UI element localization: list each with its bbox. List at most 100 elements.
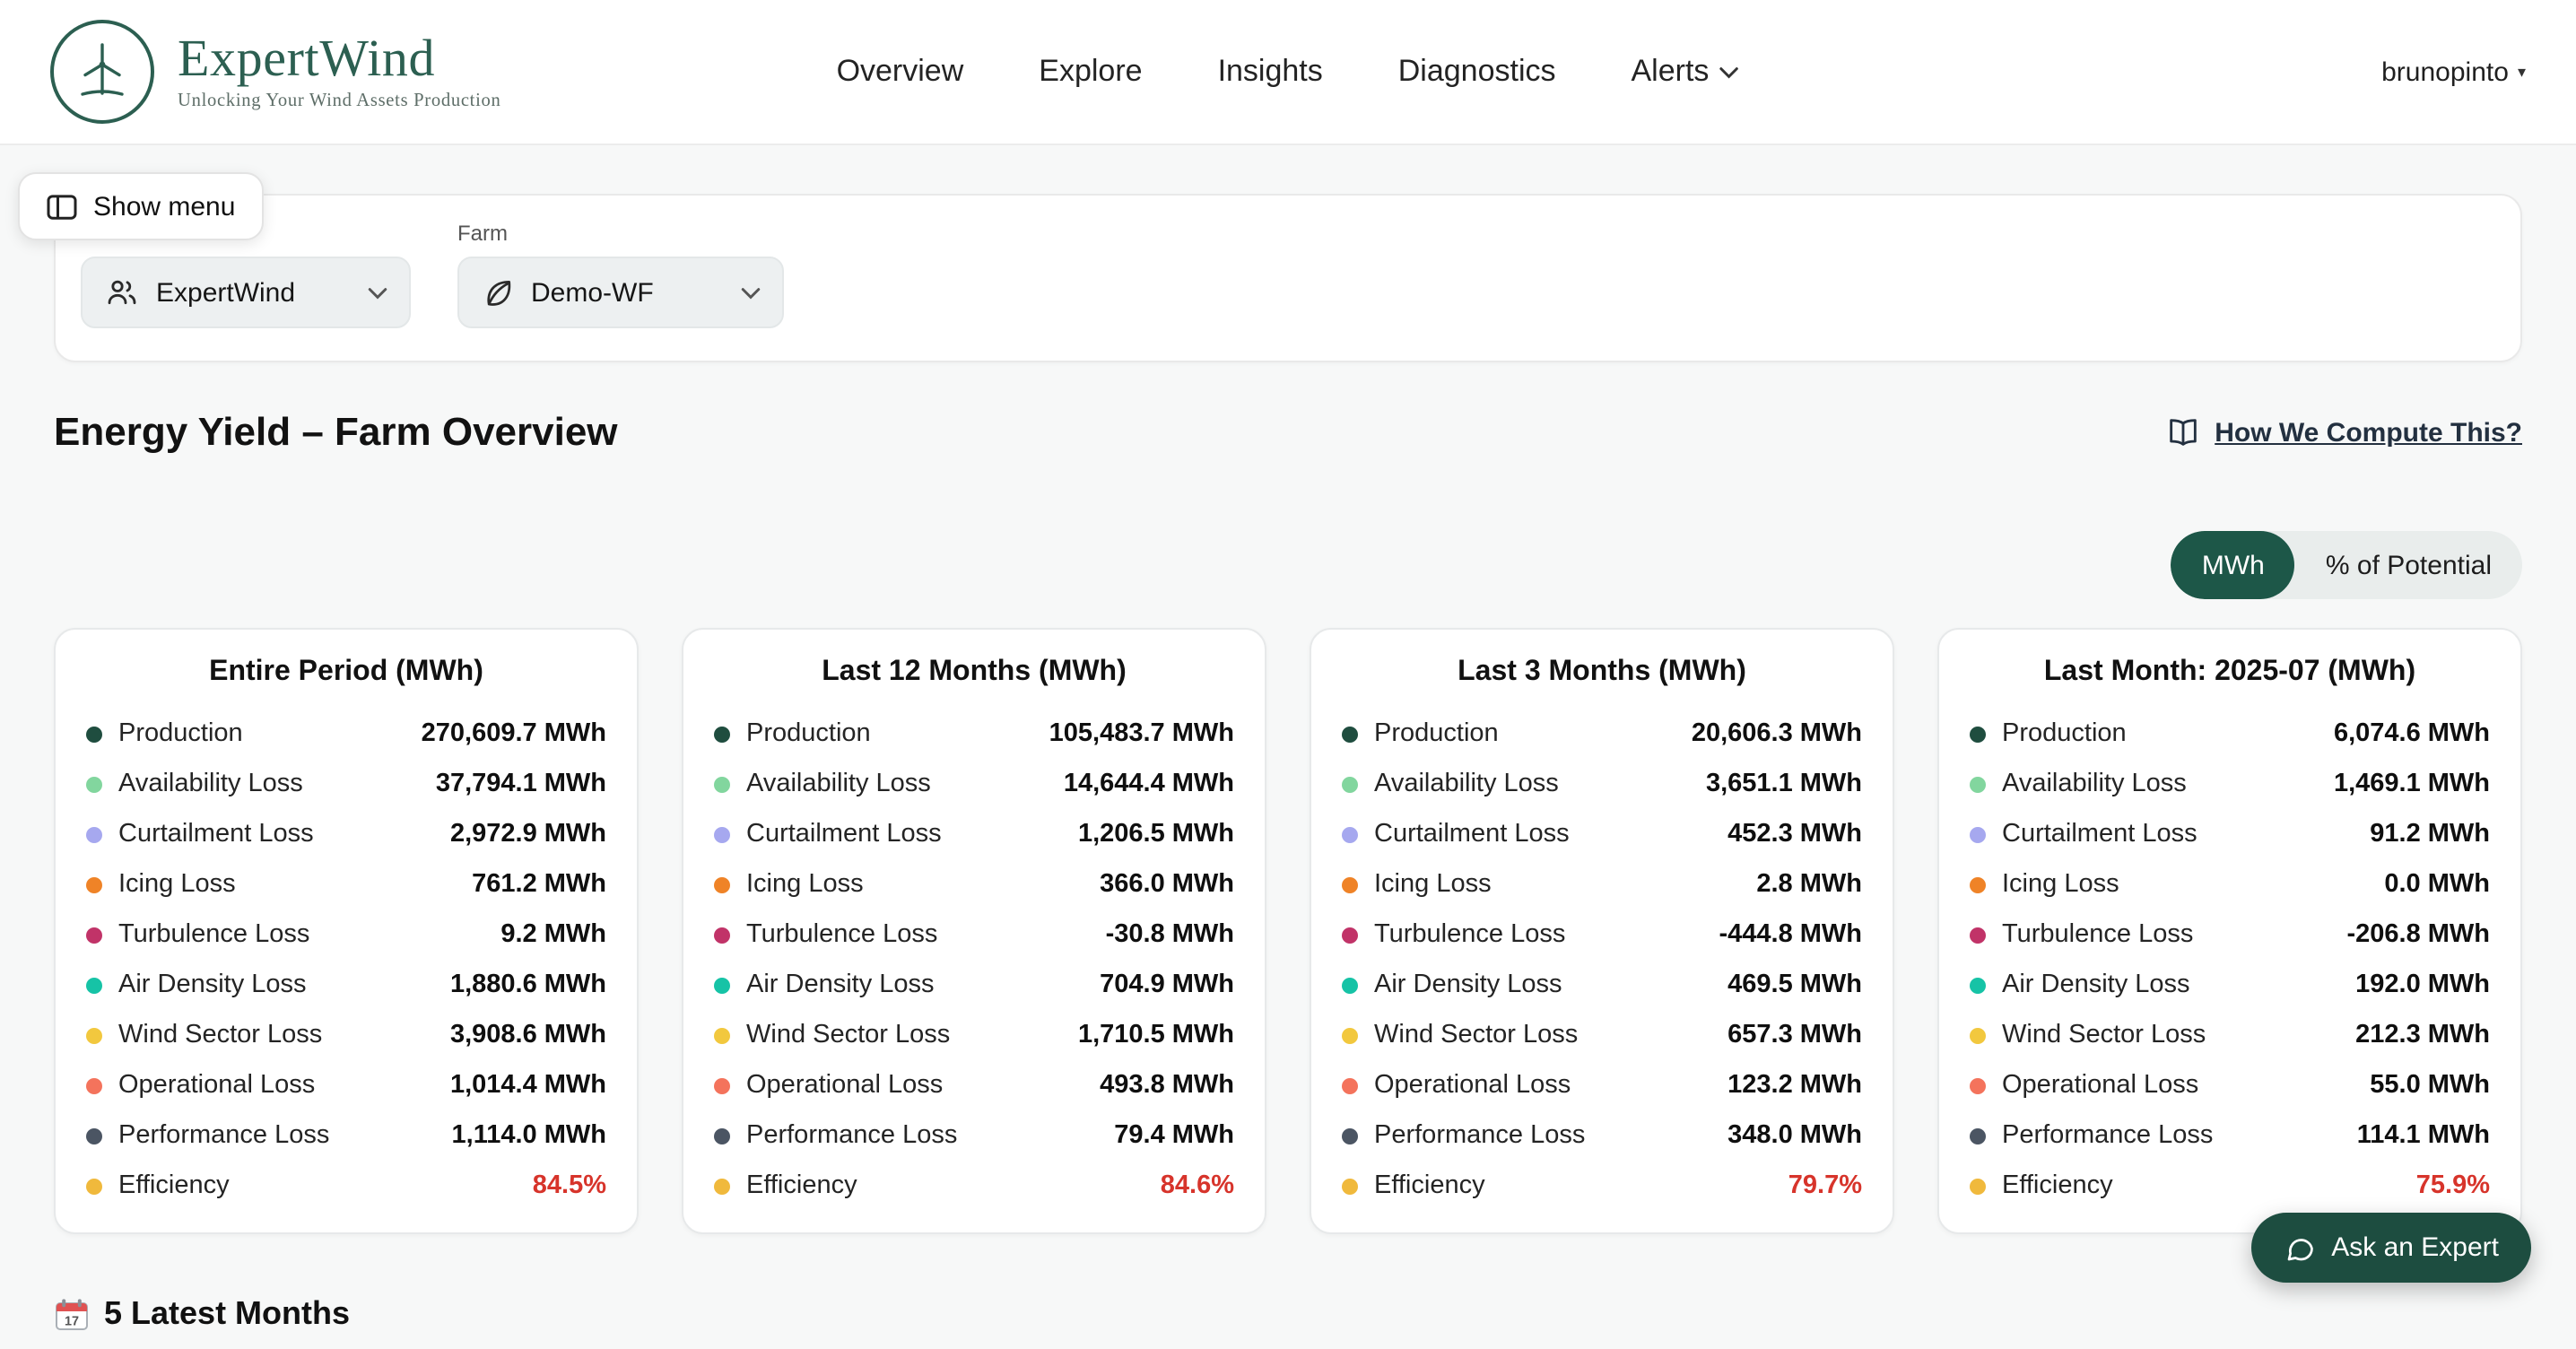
metric-label: Efficiency [746, 1171, 857, 1200]
metric-dot [86, 1027, 102, 1043]
chevron-down-icon [368, 286, 387, 299]
metric-label: Operational Loss [1374, 1071, 1571, 1100]
metric-dot [714, 1127, 730, 1144]
metric-dot [1970, 726, 1986, 742]
metric-value: 270,609.7 MWh [422, 719, 606, 748]
metric-list: Production105,483.7 MWhAvailability Loss… [714, 709, 1234, 1211]
card-last-3-months: Last 3 Months (MWh) Production20,606.3 M… [1310, 628, 1894, 1234]
metric-dot [1342, 726, 1358, 742]
metric-label: Wind Sector Loss [118, 1021, 322, 1049]
nav-item-insights[interactable]: Insights [1218, 54, 1323, 90]
metric-dot [714, 1077, 730, 1093]
metric-value: 348.0 MWh [1727, 1121, 1862, 1150]
metric-dot [714, 1178, 730, 1194]
metric-dot [86, 726, 102, 742]
metric-row: Operational Loss55.0 MWh [1970, 1060, 2490, 1110]
metric-row: Production 270,609.7 MWh [86, 709, 606, 759]
metric-label: Performance Loss [1374, 1121, 1585, 1150]
metric-row: Efficiency79.7% [1342, 1161, 1862, 1211]
metric-value: 3,651.1 MWh [1706, 770, 1862, 798]
filter-card: Team ExpertWind [54, 194, 2522, 362]
ask-expert-button[interactable]: Ask an Expert [2250, 1213, 2531, 1283]
how-we-compute-link[interactable]: How We Compute This? [2164, 414, 2522, 450]
metric-row: Wind Sector Loss657.3 MWh [1342, 1010, 1862, 1060]
metric-label: Availability Loss [118, 770, 303, 798]
farm-filter-group: Farm Demo-WF [457, 221, 784, 328]
metric-row: Curtailment Loss 91.2 MWh [1970, 809, 2490, 859]
chevron-down-icon: ▾ [2518, 62, 2526, 82]
user-menu[interactable]: brunopinto ▾ [2381, 57, 2526, 87]
metric-label: Operational Loss [2002, 1071, 2198, 1100]
show-menu-label: Show menu [93, 191, 235, 222]
toggle-option-mwh[interactable]: MWh [2171, 531, 2295, 599]
metric-value: 37,794.1 MWh [436, 770, 606, 798]
metric-value: 1,880.6 MWh [450, 970, 606, 999]
metric-value: 0.0 MWh [2384, 870, 2490, 899]
metric-value: 20,606.3 MWh [1692, 719, 1862, 748]
card-entire-period: Entire Period (MWh) Production270,609.7 … [54, 628, 639, 1234]
book-icon [2164, 414, 2200, 450]
metric-label: Operational Loss [746, 1071, 943, 1100]
metric-label: Operational Loss [118, 1071, 315, 1100]
metric-label: Production [746, 719, 871, 748]
metric-row: Turbulence Loss-206.8 MWh [1970, 909, 2490, 960]
metric-row: Performance Loss114.1 MWh [1970, 1110, 2490, 1161]
nav-item-alerts[interactable]: Alerts [1632, 54, 1740, 90]
metric-row: Curtailment Loss452.3 MWh [1342, 809, 1862, 859]
team-select[interactable]: ExpertWind [81, 257, 411, 328]
farm-label: Farm [457, 221, 784, 246]
metric-row: Air Density Loss1,880.6 MWh [86, 960, 606, 1010]
nav-item-diagnostics[interactable]: Diagnostics [1398, 54, 1556, 90]
metric-label: Performance Loss [746, 1121, 957, 1150]
metric-value: 1,206.5 MWh [1078, 820, 1234, 849]
metric-dot [1970, 876, 1986, 892]
metric-label: Curtailment Loss [2002, 820, 2197, 849]
card-last-12-months: Last 12 Months (MWh) Production105,483.7… [682, 628, 1266, 1234]
metric-row: Wind Sector Loss212.3 MWh [1970, 1010, 2490, 1060]
metric-label: Curtailment Loss [1374, 820, 1570, 849]
latest-months-heading: 17 5 Latest Months [54, 1295, 350, 1333]
metric-label: Production [118, 719, 243, 748]
metric-row: Air Density Loss704.9 MWh [714, 960, 1234, 1010]
metric-row: Production 20,606.3 MWh [1342, 709, 1862, 759]
toggle-option-percent[interactable]: % of Potential [2295, 531, 2522, 599]
metric-list: Production 270,609.7 MWh Availability Loss… [86, 709, 606, 1211]
nav-item-label: Diagnostics [1398, 54, 1556, 90]
nav-item-overview[interactable]: Overview [837, 54, 964, 90]
svg-text:17: 17 [65, 1314, 79, 1328]
metric-dot [714, 826, 730, 842]
metric-dot [1970, 1027, 1986, 1043]
show-menu-button[interactable]: Show menu [18, 172, 264, 240]
brand-text: ExpertWind Unlocking Your Wind Assets Pr… [178, 32, 501, 112]
metric-label: Icing Loss [746, 870, 864, 899]
brand-logo[interactable]: ExpertWind Unlocking Your Wind Assets Pr… [50, 20, 501, 124]
metric-row: Efficiency84.6% [714, 1161, 1234, 1211]
nav-item-explore[interactable]: Explore [1039, 54, 1142, 90]
metric-value: 366.0 MWh [1100, 870, 1234, 899]
metric-label: Production [1374, 719, 1499, 748]
metric-value: 79.4 MWh [1114, 1121, 1234, 1150]
metric-row: Production6,074.6 MWh [1970, 709, 2490, 759]
metric-label: Production [2002, 719, 2127, 748]
metric-value: 75.9% [2416, 1171, 2490, 1200]
metric-label: Turbulence Loss [118, 920, 309, 949]
metric-row: Availability Loss14,644.4 MWh [714, 759, 1234, 809]
metric-row: Turbulence Loss-30.8 MWh [714, 909, 1234, 960]
metric-row: Icing Loss761.2 MWh [86, 859, 606, 909]
metric-value: 704.9 MWh [1100, 970, 1234, 999]
metric-row: Performance Loss1,114.0 MWh [86, 1110, 606, 1161]
metric-dot [86, 1178, 102, 1194]
metric-label: Efficiency [118, 1171, 230, 1200]
metric-value: 2.8 MWh [1756, 870, 1862, 899]
metric-dot [1342, 826, 1358, 842]
metric-value: 91.2 MWh [2370, 820, 2490, 849]
metric-label: Availability Loss [1374, 770, 1559, 798]
farm-select[interactable]: Demo-WF [457, 257, 784, 328]
metric-value: 114.1 MWh [2357, 1121, 2490, 1150]
metric-row: Icing Loss2.8 MWh [1342, 859, 1862, 909]
metric-dot [86, 826, 102, 842]
metric-label: Icing Loss [2002, 870, 2119, 899]
metric-row: Turbulence Loss9.2 MWh [86, 909, 606, 960]
metric-dot [1970, 776, 1986, 792]
metric-dot [1342, 1027, 1358, 1043]
